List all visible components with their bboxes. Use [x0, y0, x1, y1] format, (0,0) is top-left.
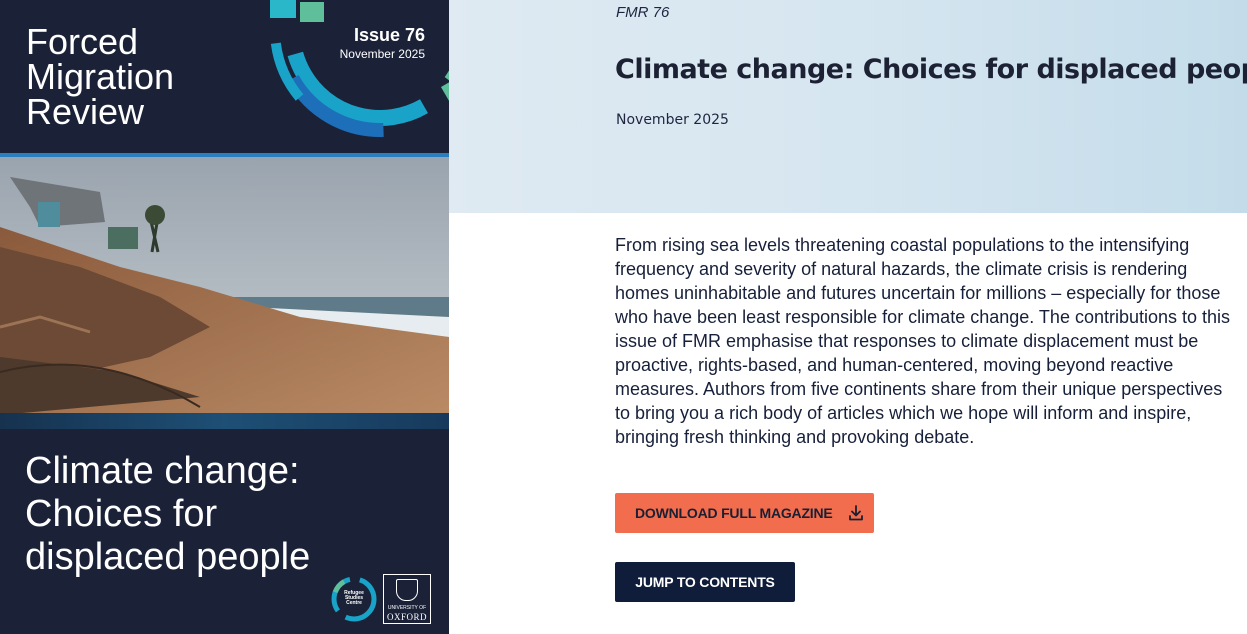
oxford-crest-icon [396, 579, 418, 601]
cover-issue-info: Issue 76 November 2025 [340, 25, 425, 61]
oxford-logo: UNIVERSITY OF OXFORD [383, 574, 431, 624]
issue-kicker: FMR 76 [616, 4, 670, 21]
download-button-label: DOWNLOAD FULL MAGAZINE [635, 505, 833, 521]
eroded-beach-photo [0, 157, 449, 415]
download-icon [849, 505, 863, 521]
issue-intro-text: From rising sea levels threatening coast… [615, 235, 1231, 447]
download-full-magazine-button[interactable]: DOWNLOAD FULL MAGAZINE [615, 493, 874, 533]
rsc-logo-text: Refugee Studies Centre [344, 590, 364, 606]
magazine-cover: Forced Migration Review Issue 76 Novembe… [0, 0, 449, 634]
cover-magazine-title: Forced Migration Review [26, 21, 286, 132]
cover-band [0, 413, 449, 429]
cover-issue-date: November 2025 [339, 47, 425, 61]
cover-issue-number: Issue 76 [353, 25, 425, 45]
oxford-university-text: UNIVERSITY OF [387, 605, 427, 611]
cover-title-line: Review [26, 91, 145, 132]
cover-photo [0, 157, 449, 415]
cover-title-line: Migration [26, 56, 175, 97]
cover-issue-title-line: Climate change: [25, 450, 300, 492]
cover-header: Forced Migration Review Issue 76 Novembe… [0, 0, 449, 155]
cover-title-line: Forced [26, 21, 139, 62]
issue-date: November 2025 [616, 112, 729, 128]
hero-banner [449, 0, 1247, 213]
jump-to-contents-button[interactable]: JUMP TO CONTENTS [615, 562, 795, 602]
cover-issue-title: Climate change: Choices for displaced pe… [25, 450, 355, 579]
cover-issue-title-line: displaced people [25, 536, 311, 578]
oxford-name-text: OXFORD [386, 612, 427, 622]
cover-issue-title-line: Choices for [25, 493, 218, 535]
contents-button-label: JUMP TO CONTENTS [635, 574, 775, 590]
page-title: Climate change: Choices for displaced pe… [615, 54, 1247, 85]
cover-arc-graphic [270, 0, 449, 140]
